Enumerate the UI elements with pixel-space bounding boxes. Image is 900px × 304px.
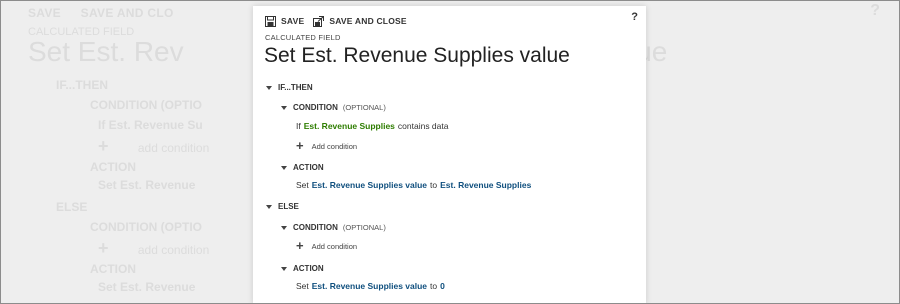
condition-field[interactable]: Est. Revenue Supplies	[304, 121, 395, 131]
else-condition-header[interactable]: CONDITION (OPTIONAL)	[281, 223, 386, 232]
bg-set-field: Set Est. Revenue	[98, 178, 196, 192]
optional-label: (OPTIONAL)	[342, 103, 386, 112]
collapse-triangle-icon[interactable]	[281, 105, 287, 110]
set-word: Set	[296, 281, 309, 291]
action-target-field[interactable]: Est. Revenue Supplies value	[312, 281, 427, 291]
bg-help-icon: ?	[870, 2, 880, 19]
condition-operator: contains data	[397, 121, 449, 131]
calculated-field-dialog: SAVE SAVE AND CLOSE ? CALCULATED FIELD S…	[253, 6, 646, 304]
action-value[interactable]: 0	[440, 281, 445, 291]
else-add-condition-button[interactable]: + Add condition	[296, 238, 358, 253]
if-condition-statement[interactable]: If Est. Revenue Supplies contains data	[296, 121, 448, 131]
if-condition-header[interactable]: CONDITION (OPTIONAL)	[281, 103, 386, 112]
bg-else-set-field: Set Est. Revenue	[98, 280, 196, 294]
bg-else-condition: CONDITION (OPTIO	[90, 220, 202, 234]
bg-else-add-condition-label: add condition	[137, 243, 210, 257]
help-icon[interactable]: ?	[631, 11, 638, 23]
save-and-close-button[interactable]: SAVE AND CLOSE	[313, 15, 407, 27]
plus-icon: +	[296, 238, 304, 253]
set-word: Set	[296, 180, 309, 190]
bg-add-condition-label: add condition	[137, 141, 210, 155]
if-add-condition-button[interactable]: + Add condition	[296, 138, 358, 153]
action-label: ACTION	[293, 264, 324, 273]
collapse-triangle-icon[interactable]	[266, 204, 272, 209]
if-word: If	[296, 121, 301, 131]
collapse-triangle-icon[interactable]	[281, 165, 287, 170]
add-condition-label: Add condition	[311, 241, 358, 251]
to-word: to	[430, 180, 438, 190]
if-action-header[interactable]: ACTION	[281, 163, 324, 172]
bg-save-close-label: SAVE AND CLO	[80, 6, 174, 20]
bg-title: Set Est. Rev	[28, 36, 184, 67]
bg-else-add-condition: + add condition	[98, 238, 209, 259]
action-label: ACTION	[293, 163, 324, 172]
floppy-disk-icon	[265, 15, 276, 27]
to-word: to	[430, 281, 438, 291]
condition-label: CONDITION	[293, 223, 338, 232]
dialog-toolbar: SAVE SAVE AND CLOSE	[265, 13, 416, 29]
condition-label: CONDITION	[293, 103, 338, 112]
if-then-label: IF...THEN	[278, 83, 313, 92]
else-action-statement[interactable]: Set Est. Revenue Supplies value to 0	[296, 281, 445, 291]
action-value[interactable]: Est. Revenue Supplies	[440, 180, 531, 190]
bg-if-header: IF...THEN	[56, 78, 109, 92]
page-caption: CALCULATED FIELD	[265, 33, 341, 42]
else-action-header[interactable]: ACTION	[281, 264, 324, 273]
save-and-close-label: SAVE AND CLOSE	[329, 16, 407, 26]
save-button[interactable]: SAVE	[265, 15, 305, 27]
save-close-icon	[313, 15, 325, 27]
action-target-field[interactable]: Est. Revenue Supplies value	[312, 180, 427, 190]
bg-action: ACTION	[90, 160, 136, 174]
else-header[interactable]: ELSE	[266, 202, 299, 211]
bg-plus-icon: +	[98, 136, 109, 156]
add-condition-label: Add condition	[311, 141, 358, 151]
plus-icon: +	[296, 138, 304, 153]
page-title: Set Est. Revenue Supplies value	[264, 44, 570, 67]
else-label: ELSE	[278, 202, 299, 211]
bg-save-label: SAVE	[28, 6, 61, 20]
bg-if-field: If Est. Revenue Su	[98, 118, 203, 132]
bg-condition: CONDITION (OPTIO	[90, 98, 202, 112]
bg-plus-icon: +	[98, 238, 109, 258]
collapse-triangle-icon[interactable]	[266, 85, 272, 90]
if-action-statement[interactable]: Set Est. Revenue Supplies value to Est. …	[296, 180, 531, 190]
save-label: SAVE	[281, 16, 305, 26]
if-then-header[interactable]: IF...THEN	[266, 83, 313, 92]
bg-else-header: ELSE	[56, 200, 88, 214]
collapse-triangle-icon[interactable]	[281, 266, 287, 271]
bg-toolbar: SAVE SAVE AND CLO	[28, 6, 190, 20]
bg-else-action: ACTION	[90, 262, 136, 276]
bg-add-condition: + add condition	[98, 136, 209, 157]
collapse-triangle-icon[interactable]	[281, 225, 287, 230]
optional-label: (OPTIONAL)	[342, 223, 386, 232]
